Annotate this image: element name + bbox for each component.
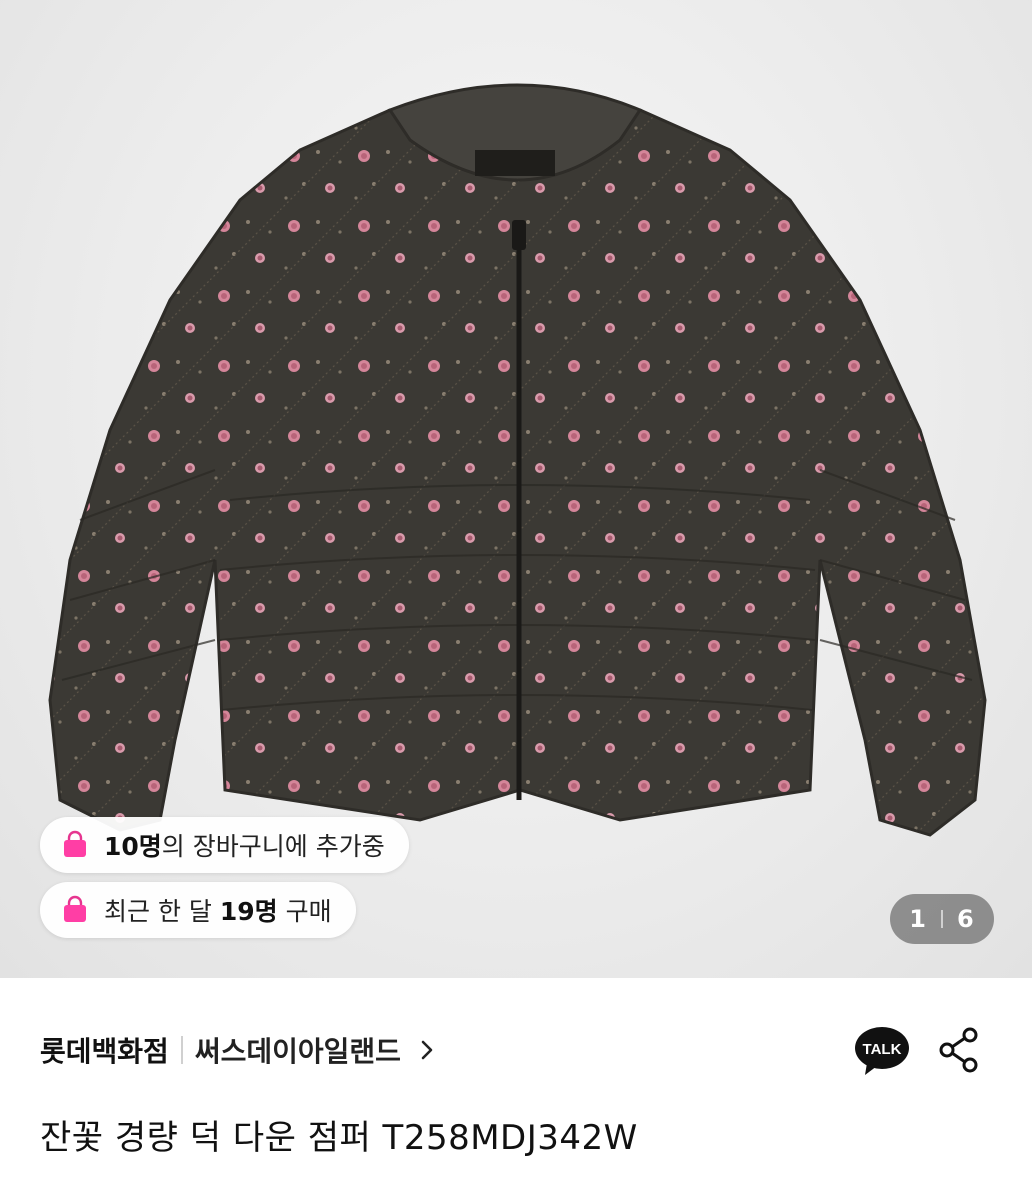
cart-badge: 10명 의 장바구니에 추가중 (40, 817, 409, 873)
seller-name[interactable]: 롯데백화점 (40, 1030, 169, 1070)
image-counter-total: 6 (957, 905, 975, 933)
product-title: 잔꽃 경량 덕 다운 점퍼 T258MDJ342W (40, 1118, 638, 1158)
purchase-badge: 최근 한 달 19명 구매 (40, 882, 356, 938)
image-counter: 1 6 (890, 894, 994, 944)
image-counter-current: 1 (909, 905, 927, 933)
shopping-bag-icon (64, 830, 86, 857)
cart-text: 의 장바구니에 추가중 (161, 832, 385, 861)
store-breadcrumb[interactable]: 롯데백화점 써스데이아일랜드 (40, 1026, 435, 1074)
seller-divider (180, 1036, 183, 1064)
product-image-area[interactable]: 10명 의 장바구니에 추가중 최근 한 달 19명 구매 1 6 (0, 0, 1032, 978)
purchase-suffix: 구매 (277, 897, 332, 926)
chevron-right-icon[interactable] (419, 1039, 435, 1061)
shopping-bag-icon (64, 895, 86, 922)
counter-divider (941, 910, 943, 928)
talk-chat-button[interactable]: TALK (853, 1025, 911, 1077)
cart-count: 10명 (104, 832, 162, 861)
purchase-prefix: 최근 한 달 (104, 897, 220, 926)
purchase-count: 19명 (219, 897, 278, 926)
share-icon[interactable] (938, 1026, 980, 1074)
brand-name[interactable]: 써스데이아일랜드 (195, 1030, 401, 1070)
talk-label: TALK (863, 1041, 902, 1058)
